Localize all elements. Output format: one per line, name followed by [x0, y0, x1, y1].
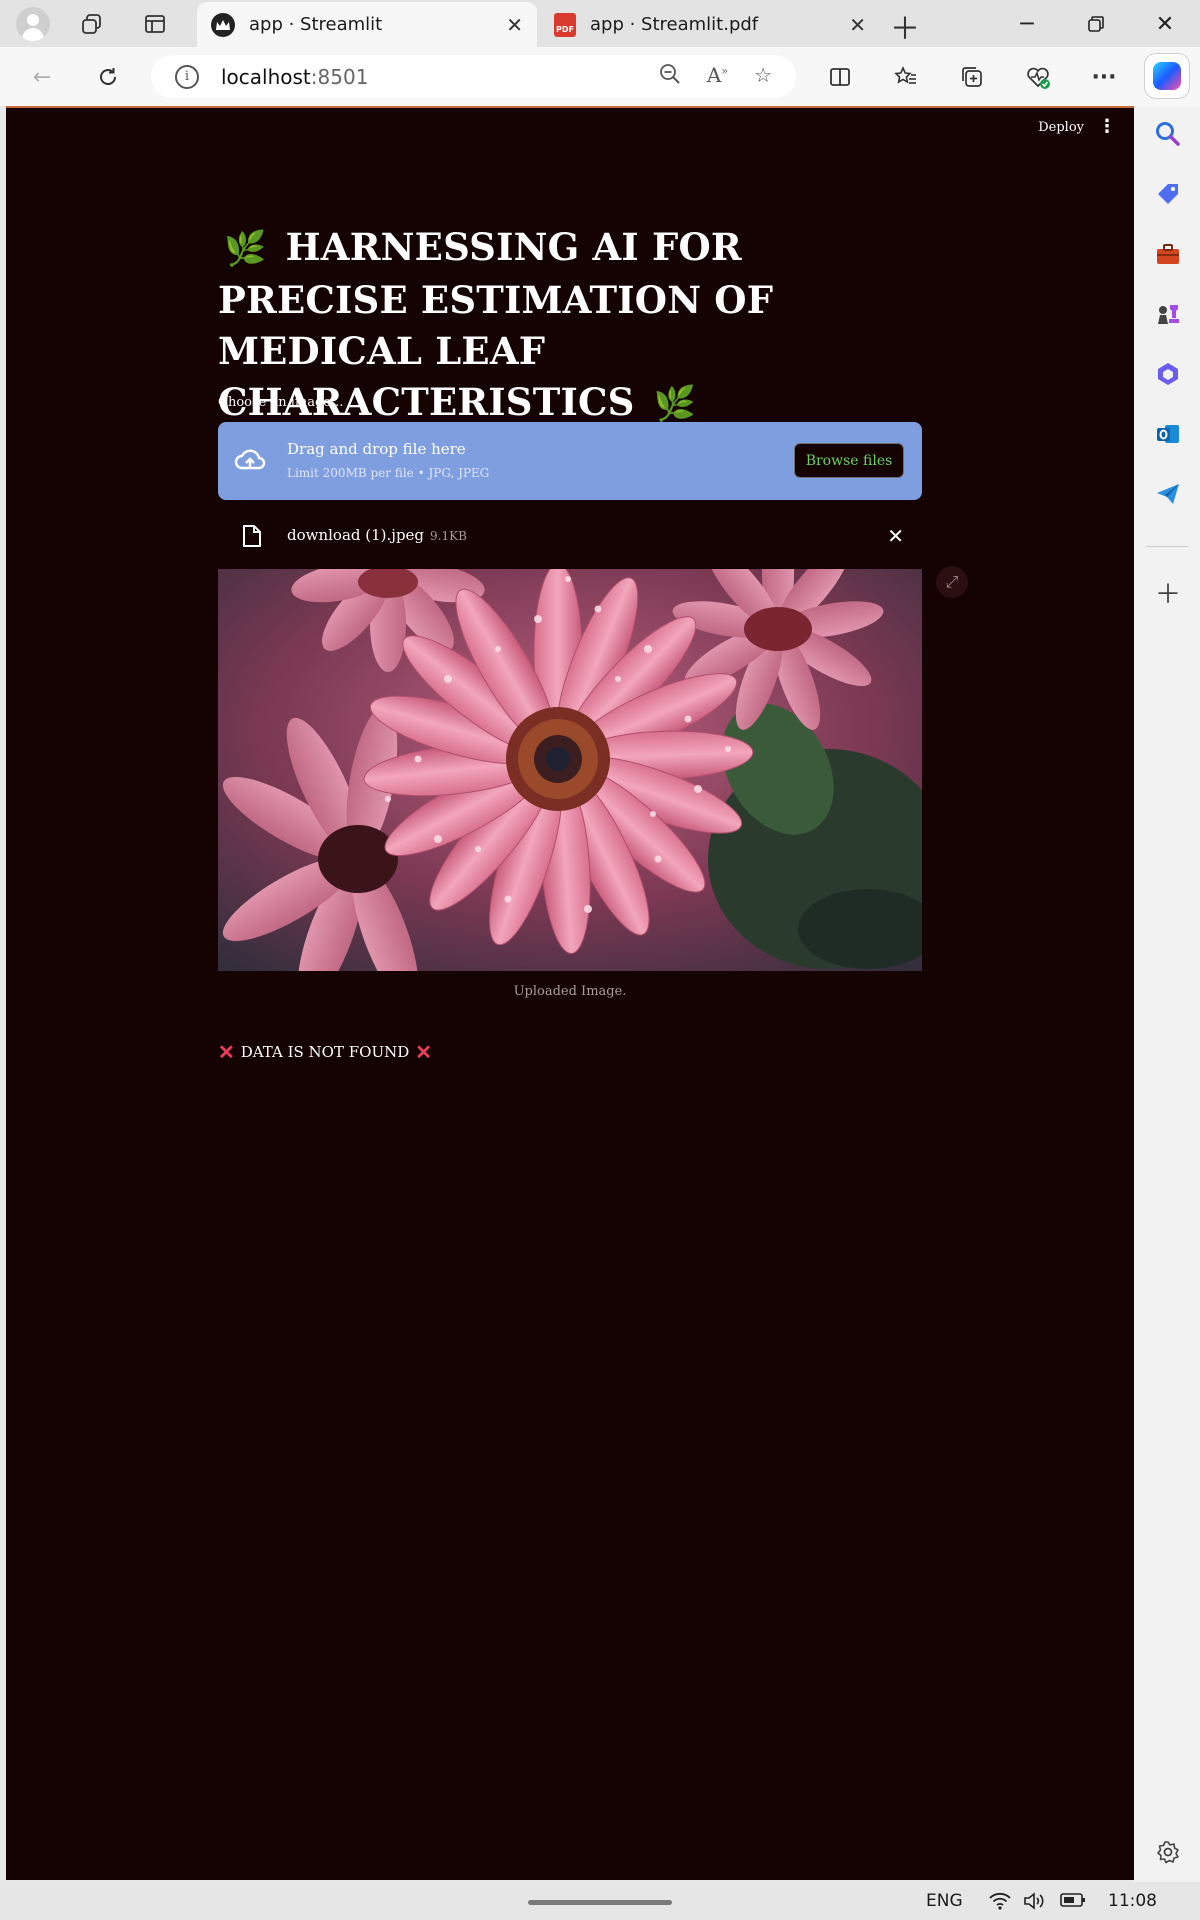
file-uploader-label: Choose an image... [218, 395, 344, 410]
input-language[interactable]: ENG [926, 1891, 963, 1911]
minimize-button[interactable]: ─ [997, 4, 1057, 44]
browser-toolbar: ← i localhost:8501 A» ☆ ··· [0, 47, 1200, 106]
send-drop-icon[interactable] [1154, 480, 1182, 508]
workspaces-icon [82, 14, 101, 34]
microsoft-365-icon[interactable] [1154, 360, 1182, 388]
address-bar[interactable]: i localhost:8501 A» ☆ [151, 55, 796, 98]
tab-close-icon[interactable]: ✕ [506, 13, 523, 37]
outlook-icon[interactable] [1154, 420, 1182, 448]
result-status-message: ✕ DATA IS NOT FOUND ✕ [218, 1040, 432, 1064]
more-menu-icon[interactable]: ··· [1086, 59, 1122, 95]
tools-toolbox-icon[interactable] [1154, 240, 1182, 268]
volume-icon[interactable] [1022, 1891, 1046, 1916]
main-menu-kebab-icon[interactable]: ⋮ [1098, 118, 1116, 136]
cross-mark-icon: ✕ [218, 1040, 235, 1064]
restore-button[interactable] [1066, 4, 1126, 44]
browser-tab-strip: app · Streamlit ✕ PDF app · Streamlit.pd… [0, 0, 1200, 47]
site-info-icon[interactable]: i [175, 64, 199, 89]
profile-avatar-icon [16, 7, 50, 41]
battery-icon[interactable] [1060, 1891, 1086, 1914]
streamlit-crown-icon [211, 12, 235, 37]
copilot-icon[interactable] [1144, 53, 1190, 99]
tab-actions-icon [145, 15, 165, 33]
os-taskbar: ENG 11:08 [0, 1882, 1200, 1920]
shopping-tag-icon[interactable] [1154, 180, 1182, 208]
sidebar-divider [1146, 546, 1188, 547]
file-icon [243, 525, 261, 547]
split-screen-icon[interactable] [822, 59, 858, 95]
file-dropzone[interactable]: Drag and drop file here Limit 200MB per … [218, 422, 922, 500]
image-caption: Uploaded Image. [513, 984, 627, 999]
browse-files-button[interactable]: Browse files [794, 443, 904, 478]
streamlit-app: Deploy ⋮ 🌿 HARNESSING AI FOR PRECISE EST… [6, 106, 1134, 1880]
favorites-icon[interactable] [888, 59, 924, 95]
profile-button[interactable] [11, 6, 55, 42]
sidebar-settings-gear-icon[interactable] [1154, 1838, 1182, 1866]
dropzone-instructions: Drag and drop file here [287, 440, 466, 458]
tab-title: app · Streamlit [249, 14, 383, 35]
url-text: localhost:8501 [221, 64, 369, 89]
uploaded-file-name: download (1).jpeg 9.1KB [287, 526, 467, 544]
vertical-tabs-button[interactable] [133, 6, 177, 42]
uploaded-file-item: download (1).jpeg 9.1KB ✕ [218, 516, 922, 556]
pdf-icon: PDF [554, 12, 576, 37]
dropzone-limit-text: Limit 200MB per file • JPG, JPEG [287, 466, 490, 480]
cross-mark-icon: ✕ [415, 1040, 433, 1064]
favorite-star-icon[interactable]: ☆ [754, 63, 772, 90]
remove-file-close-icon[interactable]: ✕ [887, 524, 904, 548]
search-icon[interactable] [1154, 120, 1182, 148]
restore-icon [1088, 16, 1104, 32]
herb-emoji-icon: 🌿 [224, 229, 267, 269]
tab-streamlit-app[interactable]: app · Streamlit ✕ [197, 2, 537, 47]
back-icon[interactable]: ← [24, 59, 60, 95]
add-sidebar-app-icon[interactable]: ＋ [1154, 578, 1182, 610]
cloud-upload-icon [234, 449, 266, 470]
clock-time[interactable]: 11:08 [1108, 1891, 1157, 1911]
refresh-icon[interactable] [90, 59, 126, 95]
games-chess-icon[interactable] [1154, 300, 1182, 328]
tab-close-icon[interactable]: ✕ [849, 13, 866, 37]
collections-icon[interactable] [954, 59, 990, 95]
read-aloud-icon[interactable]: A» [707, 63, 728, 90]
close-window-button[interactable]: ✕ [1135, 4, 1195, 44]
new-tab-button[interactable]: ＋ [890, 4, 920, 48]
browser-essentials-icon[interactable] [1020, 59, 1056, 95]
pink-daisy-photo [218, 569, 922, 971]
tab-streamlit-pdf[interactable]: PDF app · Streamlit.pdf ✕ [540, 2, 880, 47]
tab-title: app · Streamlit.pdf [590, 14, 759, 35]
deploy-button[interactable]: Deploy [1038, 120, 1084, 135]
edge-sidebar: ＋ [1134, 106, 1200, 1882]
status-text: DATA IS NOT FOUND [240, 1043, 410, 1061]
fullscreen-expand-icon[interactable]: ⤢ [936, 566, 968, 598]
taskbar-handle[interactable] [528, 1900, 672, 1905]
uploaded-image [218, 569, 922, 971]
workspaces-button[interactable] [70, 6, 114, 42]
zoom-out-icon[interactable] [659, 63, 681, 90]
uploaded-file-size: 9.1KB [430, 529, 467, 543]
wifi-icon[interactable] [988, 1891, 1012, 1916]
